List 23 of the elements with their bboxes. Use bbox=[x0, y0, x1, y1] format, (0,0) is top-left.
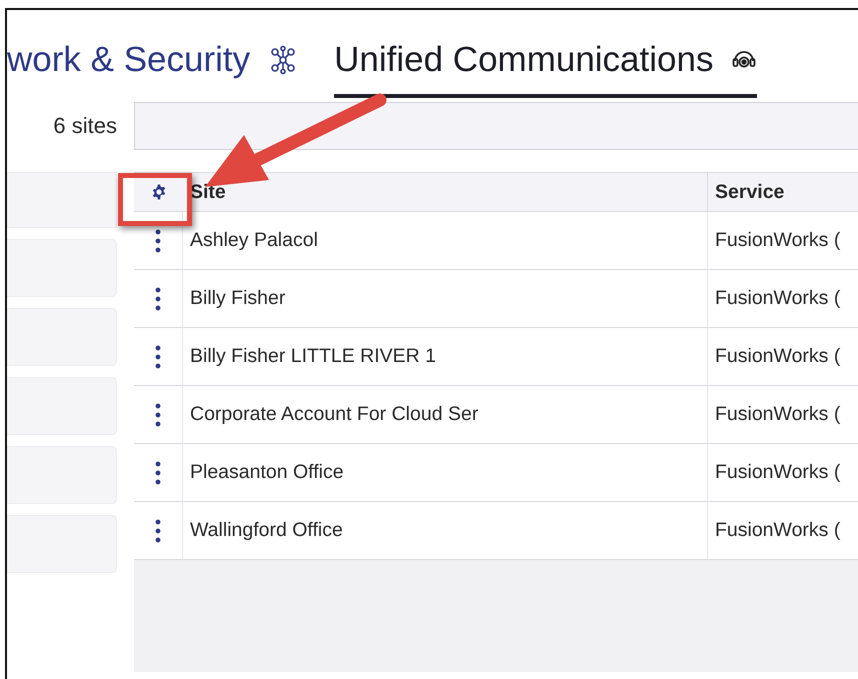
more-options-icon[interactable] bbox=[155, 286, 161, 310]
table-cell: Pleasanton Office bbox=[183, 444, 707, 502]
table-cell: FusionWorks ( bbox=[707, 502, 858, 560]
table-cell: FusionWorks ( bbox=[707, 270, 858, 328]
table-cell: FusionWorks ( bbox=[707, 328, 858, 386]
more-options-icon[interactable] bbox=[155, 344, 161, 368]
table-cell: FusionWorks ( bbox=[707, 212, 858, 270]
more-options-icon[interactable] bbox=[155, 402, 161, 426]
table-cell: Wallingford Office bbox=[183, 502, 707, 560]
more-options-icon[interactable] bbox=[155, 460, 161, 484]
table-cell: FusionWorks ( bbox=[707, 444, 858, 502]
more-options-icon[interactable] bbox=[155, 518, 161, 542]
table-cell: Corporate Account For Cloud Ser bbox=[183, 386, 707, 444]
table-cell: Billy Fisher bbox=[183, 270, 707, 328]
column-header[interactable]: Site bbox=[183, 172, 707, 212]
tab[interactable]: Unified Communications bbox=[334, 40, 758, 98]
table-cell: Ashley Palacol bbox=[183, 212, 707, 270]
table-cell: FusionWorks ( bbox=[707, 386, 858, 444]
search-field[interactable] bbox=[134, 102, 858, 150]
site-count: 6 sites bbox=[52, 113, 117, 139]
column-header[interactable]: Service bbox=[707, 172, 858, 212]
table-cell: Billy Fisher LITTLE RIVER 1 bbox=[183, 328, 707, 386]
more-options-icon[interactable] bbox=[155, 228, 161, 252]
